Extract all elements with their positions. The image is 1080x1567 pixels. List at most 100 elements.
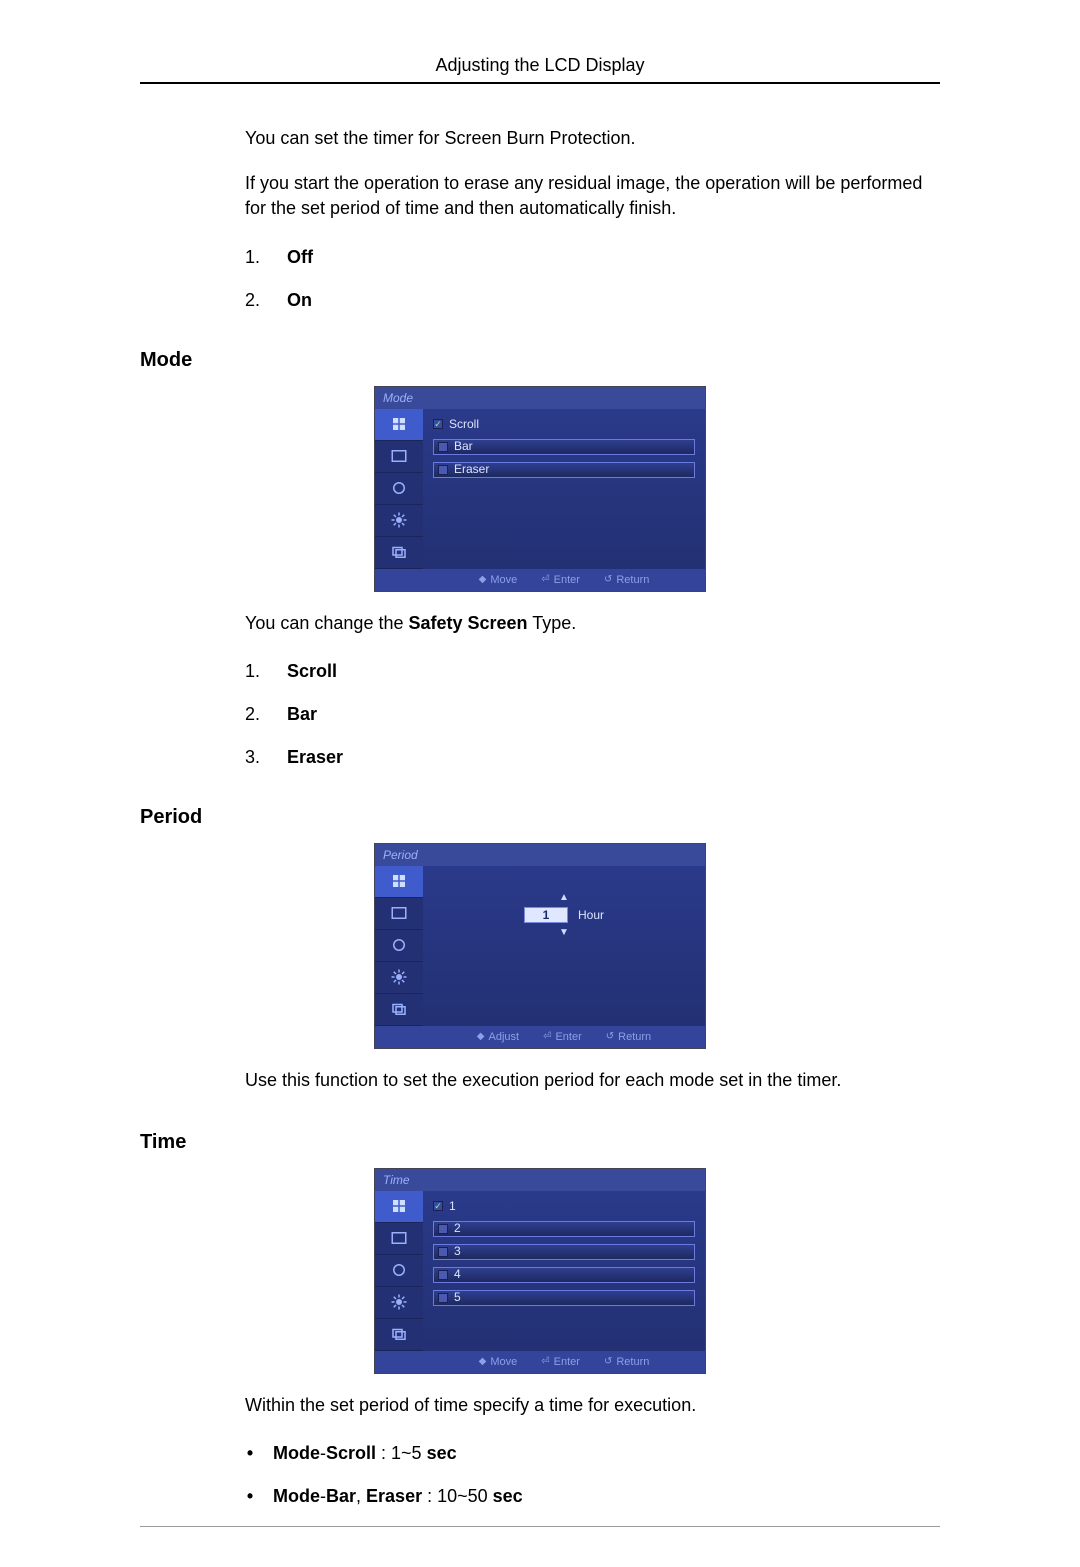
- list-item: 2. Bar: [245, 704, 940, 725]
- osd-item-label: Eraser: [454, 462, 489, 477]
- osd-menu-item[interactable]: ✓ Scroll: [433, 417, 695, 432]
- osd-menu-item[interactable]: 4: [433, 1267, 695, 1283]
- hint-enter: Enter: [555, 1031, 581, 1043]
- time-caption: Within the set period of time specify a …: [245, 1393, 940, 1418]
- checkmark-icon: ✓: [433, 419, 443, 429]
- osd-footer-hints: ◆Move ⏎ Enter ↺ Return: [375, 1351, 705, 1373]
- list-label: Eraser: [287, 747, 343, 768]
- list-item: • Mode-Bar, Eraser : 10~50 sec: [245, 1486, 940, 1507]
- osd-footer-hints: ◆Move ⏎Enter ↺Return: [375, 569, 705, 591]
- osd-item-label: 3: [454, 1244, 461, 1259]
- osd-tab-input-icon[interactable]: [375, 409, 423, 441]
- checkbox-icon: [438, 442, 448, 452]
- hint-move: Move: [490, 574, 517, 586]
- hint-return: Return: [616, 574, 649, 586]
- osd-sidebar: [375, 409, 423, 569]
- osd-title: Time: [375, 1169, 705, 1191]
- osd-tab-setup-icon[interactable]: [375, 962, 423, 994]
- list-item: 2. On: [245, 290, 940, 311]
- bullet-icon: •: [245, 1443, 255, 1464]
- bullet-icon: •: [245, 1486, 255, 1507]
- osd-tab-picture-icon[interactable]: [375, 898, 423, 930]
- osd-tab-input-icon[interactable]: [375, 1191, 423, 1223]
- list-label: On: [287, 290, 312, 311]
- osd-tab-multi-icon[interactable]: [375, 1319, 423, 1351]
- arrow-down-icon[interactable]: ▼: [559, 927, 569, 938]
- list-item: 1. Scroll: [245, 661, 940, 682]
- checkbox-icon: [438, 1247, 448, 1257]
- period-caption: Use this function to set the execution p…: [245, 1068, 940, 1093]
- list-item: 3. Eraser: [245, 747, 940, 768]
- intro-p2: If you start the operation to erase any …: [245, 171, 940, 221]
- osd-menu-item[interactable]: 5: [433, 1290, 695, 1306]
- enter-icon: ⏎: [541, 1356, 549, 1367]
- hint-return: Return: [616, 1356, 649, 1368]
- osd-tab-picture-icon[interactable]: [375, 1223, 423, 1255]
- osd-tab-sound-icon[interactable]: [375, 473, 423, 505]
- hint-move: Move: [490, 1356, 517, 1368]
- osd-item-label: Scroll: [449, 417, 479, 432]
- osd-time-menu: Time ✓1 2 3 4 5 ◆Move ⏎Enter ↺Return: [375, 1169, 705, 1373]
- timer-options-list: 1. Off 2. On: [245, 247, 940, 311]
- osd-item-label: Bar: [454, 439, 473, 454]
- list-label: Bar: [287, 704, 317, 725]
- return-icon: ↺: [604, 1356, 612, 1367]
- osd-menu-item[interactable]: Eraser: [433, 462, 695, 478]
- list-number: 3.: [245, 747, 267, 768]
- mode-caption: You can change the Safety Screen Type.: [245, 611, 940, 636]
- osd-title: Mode: [375, 387, 705, 409]
- time-bullets: • Mode-Scroll : 1~5 sec • Mode-Bar, Eras…: [245, 1443, 940, 1507]
- move-icon: ◆: [479, 574, 487, 585]
- osd-menu-item[interactable]: 2: [433, 1221, 695, 1237]
- list-number: 2.: [245, 290, 267, 311]
- osd-menu-item[interactable]: Bar: [433, 439, 695, 455]
- move-icon: ◆: [479, 1356, 487, 1367]
- osd-sidebar: [375, 1191, 423, 1351]
- checkbox-icon: [438, 1270, 448, 1280]
- osd-tab-input-icon[interactable]: [375, 866, 423, 898]
- time-heading: Time: [140, 1131, 940, 1154]
- list-label: Off: [287, 247, 313, 268]
- list-number: 2.: [245, 704, 267, 725]
- osd-tab-picture-icon[interactable]: [375, 441, 423, 473]
- checkbox-icon: [438, 465, 448, 475]
- osd-tab-sound-icon[interactable]: [375, 930, 423, 962]
- intro-p1: You can set the timer for Screen Burn Pr…: [245, 126, 940, 151]
- arrow-up-icon[interactable]: ▲: [559, 892, 569, 903]
- return-icon: ↺: [604, 574, 612, 585]
- hint-enter: Enter: [554, 1356, 580, 1368]
- checkbox-icon: [438, 1293, 448, 1303]
- period-heading: Period: [140, 806, 940, 829]
- osd-item-label: 1: [449, 1199, 456, 1214]
- return-icon: ↺: [606, 1031, 614, 1042]
- period-value[interactable]: 1: [524, 907, 568, 923]
- osd-tab-setup-icon[interactable]: [375, 505, 423, 537]
- osd-mode-menu: Mode ✓ Scroll Bar Eraser: [375, 387, 705, 591]
- checkbox-icon: [438, 1224, 448, 1234]
- osd-tab-setup-icon[interactable]: [375, 1287, 423, 1319]
- mode-options-list: 1. Scroll 2. Bar 3. Eraser: [245, 661, 940, 768]
- osd-tab-multi-icon[interactable]: [375, 537, 423, 569]
- list-label: Scroll: [287, 661, 337, 682]
- list-item: 1. Off: [245, 247, 940, 268]
- osd-sidebar: [375, 866, 423, 1026]
- osd-tab-sound-icon[interactable]: [375, 1255, 423, 1287]
- list-number: 1.: [245, 247, 267, 268]
- hint-return: Return: [618, 1031, 651, 1043]
- enter-icon: ⏎: [541, 574, 549, 585]
- osd-footer-hints: ◆ Adjust ⏎ Enter ↺ Return: [375, 1026, 705, 1048]
- hint-adjust: Adjust: [489, 1031, 520, 1043]
- osd-item-label: 4: [454, 1267, 461, 1282]
- enter-icon: ⏎: [543, 1031, 551, 1042]
- period-unit: Hour: [578, 908, 604, 922]
- osd-tab-multi-icon[interactable]: [375, 994, 423, 1026]
- osd-item-label: 2: [454, 1221, 461, 1236]
- list-number: 1.: [245, 661, 267, 682]
- osd-title: Period: [375, 844, 705, 866]
- osd-menu-item[interactable]: ✓1: [433, 1199, 695, 1214]
- list-item: • Mode-Scroll : 1~5 sec: [245, 1443, 940, 1464]
- osd-period-menu: Period ▲ 1 Hour ▼ ◆Adj: [375, 844, 705, 1048]
- osd-menu-item[interactable]: 3: [433, 1244, 695, 1260]
- adjust-icon: ◆: [477, 1031, 485, 1042]
- checkmark-icon: ✓: [433, 1201, 443, 1211]
